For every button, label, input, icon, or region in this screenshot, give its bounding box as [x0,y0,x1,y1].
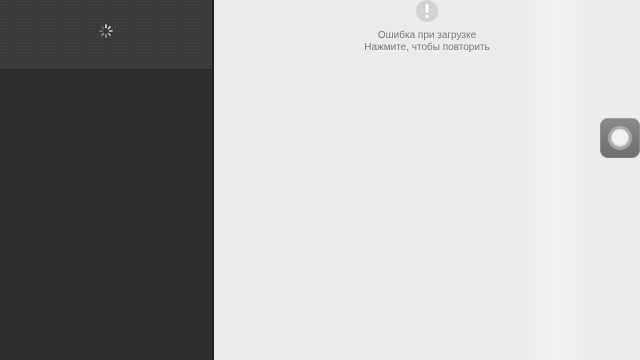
app-screen: Ошибка при загрузке Нажмите, чтобы повто… [0,0,640,360]
exclamation-icon [416,0,438,22]
content-panel: Ошибка при загрузке Нажмите, чтобы повто… [214,0,640,360]
sidebar-loading-area [0,0,212,70]
assistive-touch-button[interactable] [600,118,640,158]
loading-spinner-icon [99,24,113,38]
retry-hint: Нажмите, чтобы повторить [364,42,490,53]
load-error-retry[interactable]: Ошибка при загрузке Нажмите, чтобы повто… [214,0,640,60]
assistive-touch-inner [611,129,629,147]
sidebar [0,0,212,360]
error-message: Ошибка при загрузке [377,30,477,41]
